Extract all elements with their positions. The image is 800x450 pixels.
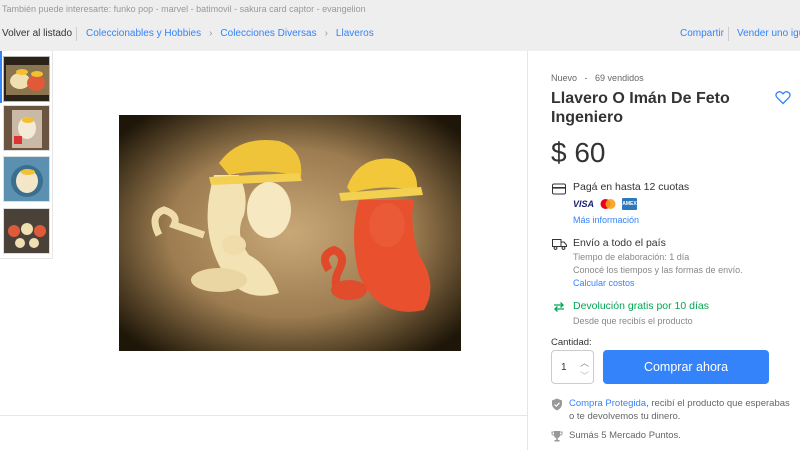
favorite-heart-icon[interactable]	[775, 90, 793, 106]
payment-methods: VISA AMEX	[573, 198, 638, 210]
divider	[76, 27, 77, 41]
product-main-image[interactable]	[119, 115, 461, 351]
sales-meta: Nuevo - 69 vendidos	[551, 73, 644, 83]
thumbnail-4[interactable]	[3, 208, 50, 254]
visa-logo: VISA	[573, 199, 595, 209]
chevron-up-icon[interactable]: ︿	[580, 356, 589, 369]
suggestions-text[interactable]: También puede interesarte: funko pop - m…	[2, 4, 366, 14]
prep-time: Tiempo de elaboración: 1 día	[573, 252, 690, 262]
breadcrumb-item-llaveros[interactable]: Llaveros	[336, 28, 374, 39]
product-title: Llavero O Imán De Feto Ingeniero	[551, 90, 730, 126]
condition-label: Nuevo	[551, 73, 578, 83]
breadcrumb-item-colecciones[interactable]: Colecciones Diversas	[220, 28, 316, 39]
calculate-costs-link[interactable]: Calcular costos	[573, 278, 635, 288]
active-thumbnail-indicator	[0, 51, 2, 103]
trophy-icon	[551, 429, 565, 442]
returns-title[interactable]: Devolución gratis por 10 días	[573, 300, 709, 312]
gallery	[0, 51, 528, 450]
shield-icon	[551, 398, 565, 411]
chevron-right-icon: ›	[209, 28, 213, 39]
product-card: Nuevo - 69 vendidos Llavero O Imán De Fe…	[0, 51, 800, 450]
quantity-stepper[interactable]: 1 ︿ ﹀	[551, 350, 594, 384]
quantity-value: 1	[561, 362, 567, 373]
thumbnail-2[interactable]	[3, 105, 50, 151]
breadcrumb-bar: Volver al listado Coleccionables y Hobbi…	[0, 20, 800, 50]
quantity-label: Cantidad:	[551, 337, 592, 348]
return-arrows-icon	[552, 300, 566, 312]
sell-similar-link[interactable]: Vender uno igu	[737, 28, 800, 39]
mercado-points: Sumás 5 Mercado Puntos.	[569, 430, 681, 441]
credit-card-icon	[552, 182, 566, 195]
installments-title: Pagá en hasta 12 cuotas	[573, 181, 690, 193]
thumbnail-3[interactable]	[3, 156, 50, 202]
returns-sub: Desde que recibís el producto	[573, 316, 693, 326]
breadcrumb-item-coleccionables[interactable]: Coleccionables y Hobbies	[86, 28, 201, 39]
thumbnail-list	[0, 51, 53, 259]
meta-separator: -	[584, 73, 588, 83]
shipping-info: Conocé los tiempos y las formas de envío…	[573, 265, 743, 275]
share-link[interactable]: Compartir	[680, 28, 724, 39]
shipping-title: Envío a todo el país	[573, 237, 666, 249]
amex-logo: AMEX	[622, 198, 638, 210]
more-info-link[interactable]: Más información	[573, 215, 639, 225]
chevron-right-icon: ›	[324, 28, 328, 39]
truck-icon	[552, 237, 567, 250]
divider	[0, 415, 528, 416]
purchase-protection: Compra Protegida, recibí el producto que…	[569, 397, 794, 423]
buy-now-button[interactable]: Comprar ahora	[603, 350, 769, 384]
thumbnail-1[interactable]	[3, 56, 50, 102]
divider	[728, 27, 729, 41]
mastercard-logo	[599, 198, 617, 210]
sold-count: 69 vendidos	[595, 73, 644, 83]
back-to-list-link[interactable]: Volver al listado	[2, 28, 72, 39]
breadcrumb: Coleccionables y Hobbies › Colecciones D…	[86, 28, 374, 39]
product-price: $ 60	[551, 137, 606, 168]
protected-purchase-link[interactable]: Compra Protegida	[569, 398, 646, 409]
suggestions-bar: También puede interesarte: funko pop - m…	[0, 0, 800, 20]
chevron-down-icon[interactable]: ﹀	[580, 369, 589, 382]
